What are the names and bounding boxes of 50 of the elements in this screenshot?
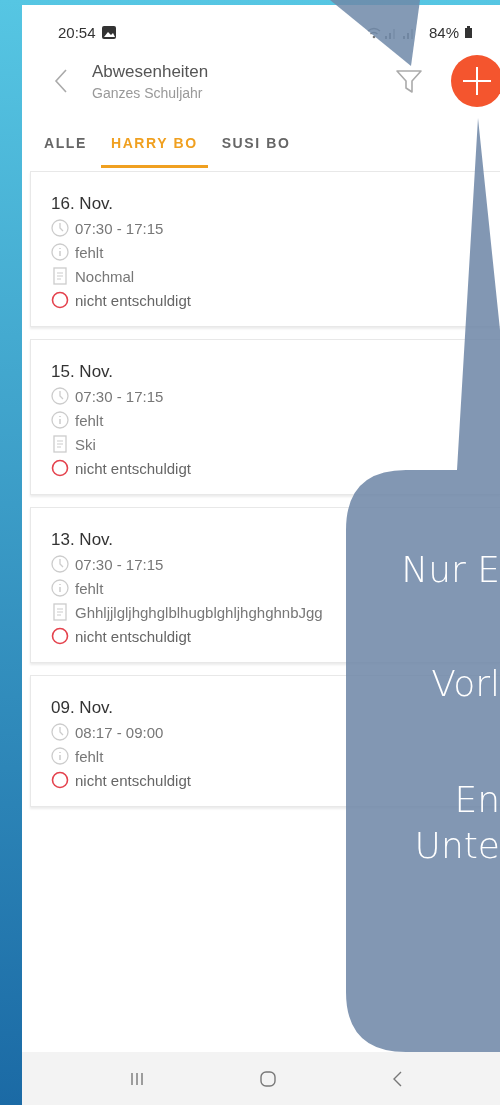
clock-icon	[51, 555, 69, 573]
absence-date: 15. Nov.	[51, 362, 115, 382]
absence-detail: 07:30 - 17:15	[75, 387, 164, 405]
clock-icon	[51, 387, 69, 405]
absence-date: 13. Nov.	[51, 530, 115, 550]
tab[interactable]: ALLE	[34, 125, 97, 168]
document-icon	[51, 267, 69, 285]
absence-detail: 07:30 - 17:15	[75, 555, 164, 573]
absence-detail: Nochmal	[75, 267, 135, 285]
page-title: Abwesenheiten	[92, 61, 210, 82]
add-button[interactable]	[451, 55, 500, 107]
page-subtitle: Ganzes Schuljahr	[92, 84, 204, 101]
absence-detail: nicht entschuldigt	[75, 459, 191, 477]
info-icon	[51, 411, 69, 429]
absence-detail: fehlt	[75, 747, 104, 765]
absence-detail: nicht entschuldigt	[75, 291, 191, 309]
circle-icon	[51, 459, 69, 477]
absence-detail: nicht entschuldigt	[75, 627, 191, 645]
back-nav-icon[interactable]	[391, 1069, 403, 1088]
back-icon[interactable]	[54, 68, 68, 94]
absence-detail: 07:30 - 17:15	[75, 219, 164, 237]
absence-detail: 08:17 - 09:00	[75, 723, 164, 741]
tab[interactable]: SUSI BO	[211, 125, 301, 168]
info-icon	[51, 243, 69, 261]
gallery-icon	[101, 25, 116, 39]
absence-detail: fehlt	[75, 243, 104, 261]
recent-apps-icon[interactable]	[129, 1070, 145, 1087]
info-icon	[51, 747, 69, 765]
clock-icon	[51, 723, 69, 741]
absence-detail: fehlt	[75, 579, 104, 597]
callout-text: Nur E	[401, 552, 500, 588]
filter-icon[interactable]	[395, 68, 423, 94]
battery-level: 84%	[428, 23, 459, 41]
absence-detail: Ski	[75, 435, 96, 453]
callout-text: Unte	[414, 828, 500, 864]
status-time: 20:54	[58, 23, 96, 41]
absence-date: 09. Nov.	[51, 698, 115, 718]
info-icon	[51, 579, 69, 597]
document-icon	[51, 603, 69, 621]
home-icon[interactable]	[259, 1069, 277, 1088]
battery-icon	[465, 26, 472, 38]
absence-detail: fehlt	[75, 411, 104, 429]
circle-icon	[51, 291, 69, 309]
circle-icon	[51, 627, 69, 645]
clock-icon	[51, 219, 69, 237]
absence-detail: GhhljjlgljhghglblhugblghljhghghnbJgg	[75, 603, 323, 621]
document-icon	[51, 435, 69, 453]
absence-detail: nicht entschuldigt	[75, 771, 191, 789]
absence-date: 16. Nov.	[51, 194, 115, 214]
circle-icon	[51, 771, 69, 789]
